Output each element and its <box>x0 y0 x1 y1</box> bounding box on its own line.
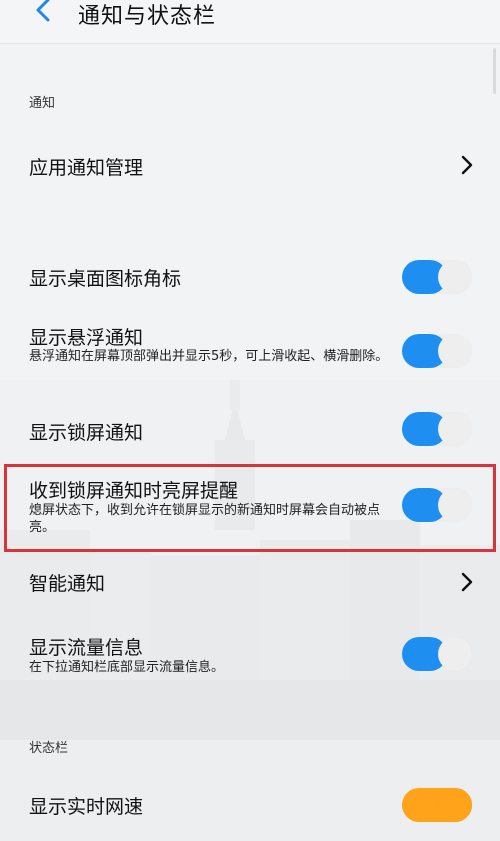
chevron-right-icon <box>461 155 473 175</box>
network-speed-toggle[interactable] <box>402 788 472 822</box>
lock-screen-notification-toggle[interactable] <box>402 412 472 446</box>
row-description: 熄屏状态下，收到允许在锁屏显示的新通知时屏幕会自动被点亮。 <box>29 503 381 535</box>
back-arrow-icon[interactable] <box>30 0 60 34</box>
header-bar: 通知与状态栏 <box>0 0 500 44</box>
row-title: 收到锁屏通知时亮屏提醒 <box>29 480 239 502</box>
chevron-right-icon <box>461 572 473 592</box>
settings-screen: 通知与状态栏 通知 应用通知管理 显示桌面图标角标 显示悬浮通知 悬浮通知在屏幕… <box>0 0 500 841</box>
row-title: 显示悬浮通知 <box>29 327 144 349</box>
row-title: 应用通知管理 <box>29 157 144 179</box>
badge-toggle[interactable] <box>402 260 472 294</box>
row-title: 显示流量信息 <box>29 637 144 659</box>
row-title: 显示锁屏通知 <box>29 422 144 444</box>
desktop-badge-row: 显示桌面图标角标 <box>0 255 500 299</box>
traffic-info-row: 显示流量信息 在下拉通知栏底部显示流量信息。 <box>0 632 500 682</box>
page-title: 通知与状态栏 <box>78 4 217 29</box>
row-title: 智能通知 <box>29 573 106 595</box>
smart-notification-row[interactable]: 智能通知 <box>0 560 500 604</box>
section-label-status-bar: 状态栏 <box>29 741 69 756</box>
floating-notification-row: 显示悬浮通知 悬浮通知在屏幕顶部弹出并显示5秒，可上滑收起、横滑删除。 <box>0 320 500 390</box>
lock-screen-notification-row: 显示锁屏通知 <box>0 409 500 453</box>
traffic-info-toggle[interactable] <box>402 637 472 671</box>
app-notification-management-row[interactable]: 应用通知管理 <box>0 140 500 190</box>
row-title: 显示桌面图标角标 <box>29 268 182 290</box>
floating-notification-toggle[interactable] <box>402 334 472 368</box>
wake-screen-toggle[interactable] <box>402 488 472 522</box>
section-label-notifications: 通知 <box>29 96 56 111</box>
wake-screen-on-notification-row: 收到锁屏通知时亮屏提醒 熄屏状态下，收到允许在锁屏显示的新通知时屏幕会自动被点亮… <box>0 474 500 544</box>
scrollbar[interactable] <box>493 48 496 94</box>
row-description: 悬浮通知在屏幕顶部弹出并显示5秒，可上滑收起、横滑删除。 <box>29 349 389 364</box>
row-title: 显示实时网速 <box>29 796 144 818</box>
realtime-network-speed-row: 显示实时网速 <box>0 783 500 827</box>
row-description: 在下拉通知栏底部显示流量信息。 <box>29 660 225 675</box>
